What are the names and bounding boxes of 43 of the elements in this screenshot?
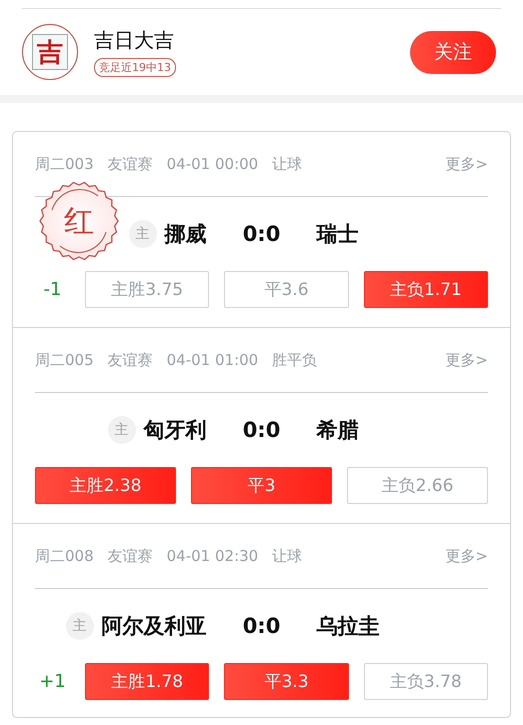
home-team: 阿尔及利亚	[102, 613, 207, 640]
odds-button[interactable]: 平3	[191, 467, 332, 504]
league-name: 友谊赛	[108, 350, 153, 370]
home-tag: 主	[108, 416, 136, 444]
match-time: 04-01 02:30	[166, 547, 258, 565]
match-code: 周二005	[35, 350, 94, 370]
odds-button[interactable]: 主负1.71	[364, 271, 488, 308]
odds-button[interactable]: 主负3.78	[364, 663, 488, 700]
follow-button[interactable]: 关注	[410, 30, 496, 74]
expert-name: 吉日大吉	[94, 27, 174, 54]
more-link[interactable]: 更多>	[445, 154, 488, 174]
score: 0:0	[242, 614, 280, 638]
home-team: 匈牙利	[144, 417, 207, 444]
away-team: 乌拉圭	[316, 613, 380, 640]
odds-button[interactable]: 主胜1.78	[85, 663, 210, 700]
handicap: +1	[38, 671, 67, 692]
play-type: 胜平负	[272, 350, 318, 370]
result-stamp: 红	[38, 180, 120, 262]
odds-button[interactable]: 主胜2.38	[35, 467, 176, 504]
match-time: 04-01 00:00	[166, 155, 258, 173]
home-tag: 主	[66, 612, 94, 640]
odds-button[interactable]: 平3.3	[224, 663, 349, 700]
odds-button[interactable]: 主负2.66	[347, 467, 488, 504]
match-time: 04-01 01:00	[166, 351, 258, 369]
odds-button[interactable]: 平3.6	[224, 271, 349, 308]
avatar-character: 吉	[32, 34, 68, 70]
league-name: 友谊赛	[108, 546, 153, 566]
away-team: 瑞士	[316, 221, 360, 248]
more-link[interactable]: 更多>	[445, 350, 488, 370]
play-type: 让球	[272, 546, 302, 566]
score: 0:0	[242, 222, 280, 246]
away-team: 希腊	[316, 417, 360, 444]
home-tag: 主	[128, 220, 157, 248]
score: 0:0	[242, 418, 280, 442]
handicap: -1	[42, 279, 62, 300]
odds-button[interactable]: 主胜3.75	[85, 271, 210, 308]
match-code: 周二008	[35, 546, 94, 566]
record-badge: 竞足近19中13	[94, 58, 176, 77]
home-team: 挪威	[164, 221, 207, 248]
more-link[interactable]: 更多>	[445, 546, 488, 566]
league-name: 友谊赛	[108, 154, 153, 174]
play-type: 让球	[272, 154, 302, 174]
match-code: 周二003	[35, 154, 94, 174]
